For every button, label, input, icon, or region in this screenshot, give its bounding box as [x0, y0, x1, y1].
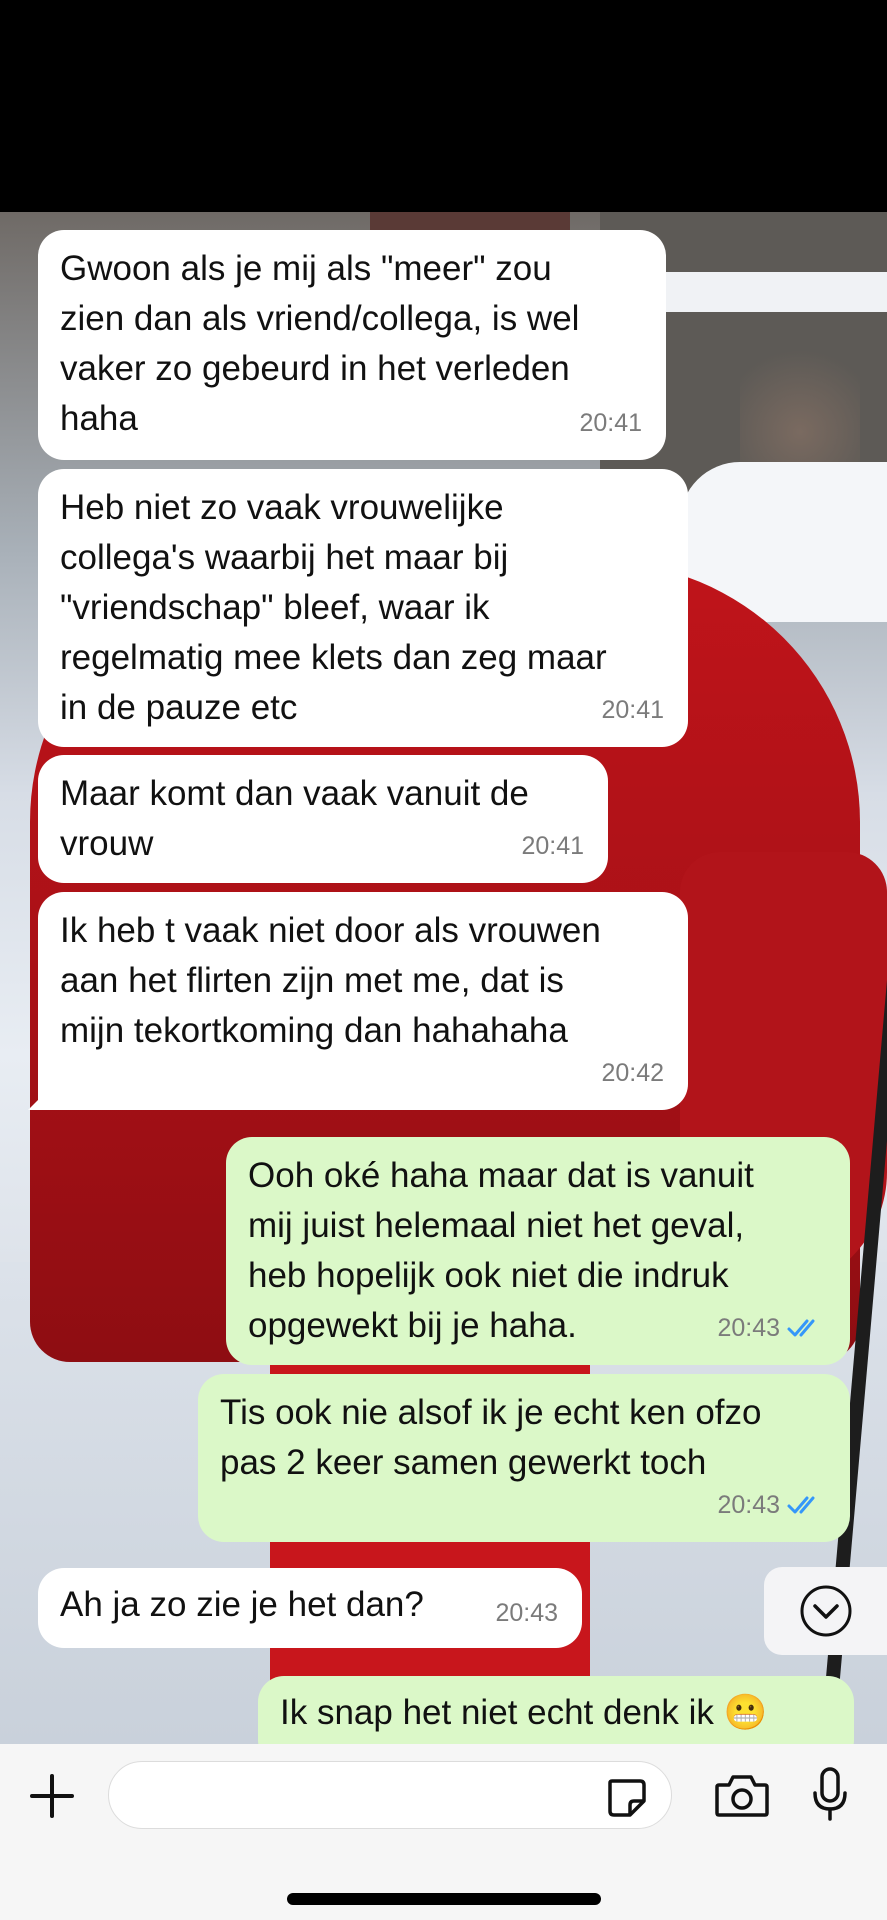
message-time: 20:41 [521, 832, 584, 860]
message-bubble-incoming[interactable]: Ah ja zo zie je het dan? 20:43 [38, 1568, 582, 1648]
home-indicator[interactable] [287, 1893, 601, 1905]
message-meta: 20:41 [579, 398, 642, 448]
message-bubble-incoming[interactable]: Ik heb t vaak niet door als vrouwen aan … [28, 892, 688, 1110]
plus-icon [30, 1774, 74, 1818]
message-text: Heb niet zo vaak vrouwelijke collega's w… [60, 488, 607, 727]
read-receipt-icon [787, 1496, 815, 1514]
message-text: Tis ook nie alsof ik je echt ken ofzo pa… [220, 1393, 762, 1482]
message-text: Ik snap het niet echt denk ik 😬 [280, 1693, 768, 1732]
message-bubble-incoming[interactable]: Maar komt dan vaak vanuit de vrouw 20:41 [38, 755, 608, 883]
message-time: 20:41 [601, 696, 664, 724]
message-bubble-incoming[interactable]: Heb niet zo vaak vrouwelijke collega's w… [38, 469, 688, 747]
chevron-down-icon [800, 1585, 851, 1637]
status-bar-area [0, 0, 887, 212]
attach-plus-button[interactable] [24, 1768, 80, 1824]
read-receipt-icon [787, 1319, 815, 1337]
message-bubble-outgoing[interactable]: Tis ook nie alsof ik je echt ken ofzo pa… [198, 1374, 850, 1542]
message-meta: 20:43 [717, 1480, 826, 1530]
sticker-icon [608, 1779, 646, 1817]
wallpaper-roof-snow [640, 272, 887, 312]
message-meta: 20:43 [495, 1588, 558, 1638]
voice-message-button[interactable] [804, 1762, 856, 1828]
message-meta: 20:42 [601, 1048, 664, 1098]
message-text: Ah ja zo zie je het dan? [60, 1585, 424, 1624]
message-time: 20:42 [601, 1059, 664, 1087]
message-input[interactable] [108, 1761, 672, 1829]
message-text: Ik heb t vaak niet door als vrouwen aan … [60, 911, 601, 1050]
microphone-icon [813, 1767, 847, 1821]
camera-icon [715, 1775, 769, 1817]
sticker-button[interactable] [600, 1771, 652, 1823]
message-text: Gwoon als je mij als "meer" zou zien dan… [60, 249, 580, 438]
scroll-to-bottom-button[interactable] [764, 1567, 887, 1655]
message-bubble-incoming[interactable]: Gwoon als je mij als "meer" zou zien dan… [38, 230, 666, 460]
message-composer [0, 1744, 887, 1920]
message-meta: 20:43 [717, 1303, 826, 1353]
message-time: 20:43 [495, 1599, 558, 1627]
message-time: 20:43 [717, 1491, 780, 1519]
message-meta: 20:41 [601, 685, 664, 735]
message-time: 20:43 [717, 1314, 780, 1342]
message-text: Maar komt dan vaak vanuit de vrouw [60, 774, 529, 863]
message-meta: 20:41 [521, 821, 584, 871]
message-time: 20:41 [579, 409, 642, 437]
camera-button[interactable] [710, 1766, 774, 1826]
message-bubble-outgoing[interactable]: Ooh oké haha maar dat is vanuit mij juis… [226, 1137, 850, 1365]
